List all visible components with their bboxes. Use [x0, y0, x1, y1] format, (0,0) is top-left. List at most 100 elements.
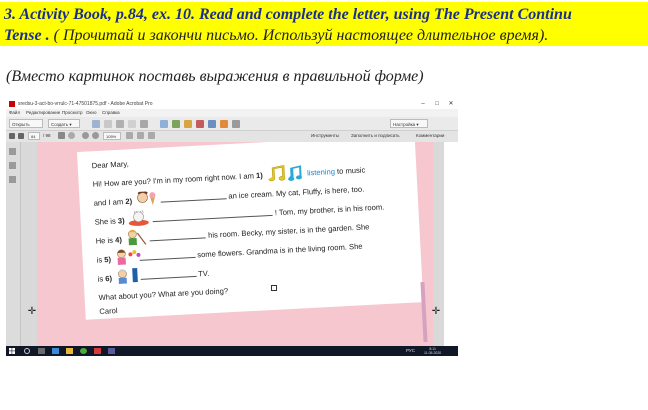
highlight-icon[interactable]	[220, 120, 228, 128]
document-area: Dear Mary, Hi! How are you? I'm in my ro…	[21, 142, 444, 346]
search-icon[interactable]	[24, 348, 30, 354]
maximize-icon[interactable]: □	[430, 100, 444, 109]
read-mode-icon[interactable]	[148, 132, 155, 139]
crosshair-left-icon: ✛	[27, 306, 37, 317]
menu-file[interactable]: Файл	[9, 110, 20, 115]
prev-page-icon[interactable]	[9, 133, 15, 139]
instruction-line-1: 3. Activity Book, p.84, ex. 10. Read and…	[4, 6, 572, 23]
next-page-icon[interactable]	[18, 133, 24, 139]
blank-4[interactable]	[150, 236, 207, 241]
cat-svg	[128, 210, 149, 226]
zoom-select[interactable]: 105%	[103, 132, 121, 140]
blank-3[interactable]	[152, 214, 273, 222]
line1-end: to music	[336, 165, 366, 176]
app-icon-2[interactable]	[108, 348, 115, 354]
line6-end: TV.	[197, 268, 210, 279]
menu-window[interactable]: Окно	[86, 110, 96, 115]
hand-icon[interactable]	[68, 132, 75, 139]
tool-icon[interactable]	[172, 120, 180, 128]
comment-icon[interactable]	[140, 120, 148, 128]
tab-tools[interactable]: Инструменты	[311, 133, 339, 138]
attach-icon[interactable]	[232, 120, 240, 128]
fit-page-icon[interactable]	[126, 132, 133, 139]
menu-view[interactable]: Просмотр	[62, 110, 83, 115]
settings-button[interactable]: Настройка ▾	[390, 119, 428, 128]
line5-text: is	[96, 255, 103, 265]
line1-text: Hi! How are you? I'm in my room right no…	[92, 171, 255, 189]
page-current: 84	[31, 134, 36, 139]
instruction-tense: Tense .	[4, 27, 50, 44]
bookmarks-panel-icon[interactable]	[9, 162, 16, 169]
system-clock[interactable]: 8:11 11.05.2020	[424, 347, 441, 355]
instruction-translation: ( Прочитай и закончи письмо. Используй н…	[49, 27, 549, 44]
app-icon-1[interactable]	[52, 348, 59, 354]
taskbar-acrobat-icon[interactable]	[94, 348, 101, 354]
tab-fill-sign[interactable]: Заполнить и подписать	[351, 133, 400, 138]
create-button[interactable]: Создать ▾	[48, 119, 80, 128]
letter-signature: Carol	[99, 306, 118, 317]
stamp-icon[interactable]	[184, 120, 192, 128]
letter-line-6: is 6) TV.	[97, 267, 209, 286]
blank-6[interactable]	[140, 275, 197, 280]
open-button[interactable]: Открыть	[9, 119, 43, 128]
windows-start-icon[interactable]	[9, 348, 15, 354]
blank-2[interactable]	[160, 197, 227, 203]
grandma-svg	[117, 268, 138, 285]
item-number-3: 3)	[117, 216, 125, 226]
window-titlebar: sredsu-3-act-bo-vrrulc-71-47501875.pdf -…	[6, 100, 458, 109]
clock-date: 11.05.2020	[424, 351, 442, 355]
menu-bar: Файл Редактирование Просмотр Окно Справк…	[6, 109, 458, 117]
blank-5[interactable]	[139, 256, 196, 261]
minimize-icon[interactable]: –	[416, 100, 430, 109]
boy-cleaning-picture	[124, 229, 149, 246]
windows-taskbar: РУС 8:11 11.05.2020	[6, 346, 458, 356]
instruction-line-3: (Вместо картинок поставь выражения в пра…	[6, 68, 424, 85]
chrome-icon[interactable]	[80, 348, 87, 354]
item-number-4: 4)	[114, 235, 123, 245]
select-icon[interactable]	[58, 132, 65, 139]
email-icon[interactable]	[116, 120, 124, 128]
main-toolbar: Открыть Создать ▾ Настройка ▾	[6, 117, 458, 131]
line2-text: and I am	[93, 197, 124, 208]
pdf-page: Dear Mary, Hi! How are you? I'm in my ro…	[37, 142, 433, 346]
task-view-icon[interactable]	[38, 348, 45, 354]
instruction-line-2: Tense . ( Прочитай и закончи письмо. Исп…	[4, 27, 548, 45]
page-edge-strip	[420, 281, 428, 343]
pdf-icon[interactable]	[196, 120, 204, 128]
pages-panel-icon[interactable]	[9, 148, 16, 155]
upload-icon[interactable]	[128, 120, 136, 128]
close-icon[interactable]: ✕	[444, 100, 458, 109]
menu-help[interactable]: Справка	[102, 110, 120, 115]
share-icon[interactable]	[208, 120, 216, 128]
gear-icon[interactable]	[160, 120, 168, 128]
item-number-2: 2)	[125, 196, 133, 207]
line5-end: some flowers. Grandma is in the living r…	[197, 241, 363, 260]
menu-edit[interactable]: Редактирование	[26, 110, 60, 115]
screenshot: sredsu-3-act-bo-vrrulc-71-47501875.pdf -…	[6, 100, 458, 356]
line3-text: She is	[94, 216, 117, 227]
item-number-1: 1)	[255, 170, 264, 181]
print-icon[interactable]	[92, 120, 100, 128]
attachments-panel-icon[interactable]	[9, 176, 16, 183]
tab-comments[interactable]: Комментарии	[416, 133, 444, 138]
page-number-input[interactable]: 84	[28, 132, 40, 140]
ice-cream-picture	[134, 190, 159, 208]
ice-cream-svg	[136, 190, 155, 206]
line2-end: an ice cream. My cat, Fluffy, is here, t…	[228, 184, 365, 201]
line4-end: his room. Becky, my sister, is in the ga…	[207, 222, 370, 240]
fit-width-icon[interactable]	[137, 132, 144, 139]
file-explorer-icon[interactable]	[66, 348, 73, 354]
music-notes-svg	[268, 164, 303, 182]
grandma-tv-picture	[114, 268, 139, 285]
letter-line-7: What about you? What are you doing?	[98, 286, 229, 303]
save-icon[interactable]	[104, 120, 112, 128]
boy-svg	[128, 229, 147, 246]
item-number-6: 6)	[105, 273, 113, 284]
language-indicator[interactable]: РУС	[406, 348, 415, 353]
zoom-out-icon[interactable]	[82, 132, 89, 139]
acrobat-icon	[9, 101, 15, 107]
line6-text: is	[97, 274, 104, 284]
zoom-in-icon[interactable]	[92, 132, 99, 139]
left-side-panel	[6, 142, 21, 346]
item-number-5: 5)	[104, 254, 112, 265]
